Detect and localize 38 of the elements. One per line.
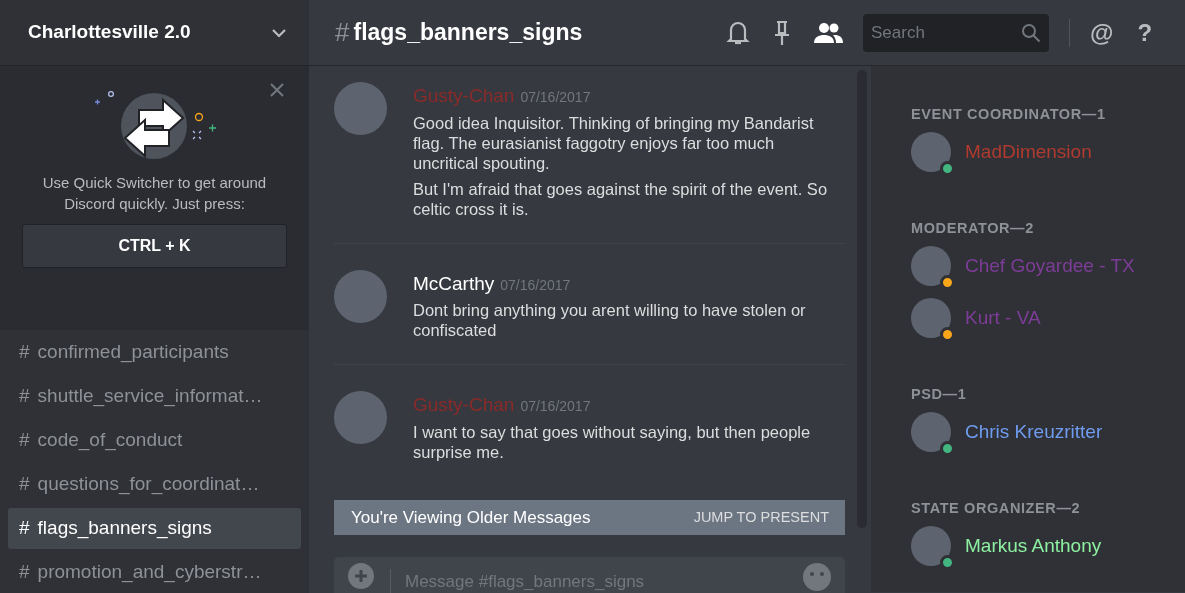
shortcut-button[interactable]: CTRL + K xyxy=(22,224,287,268)
channel-item[interactable]: # questions_for_coordinat… xyxy=(8,464,301,505)
timestamp: 07/16/2017 xyxy=(520,88,591,107)
mention-button[interactable]: @ xyxy=(1090,14,1114,51)
timestamp: 07/16/2017 xyxy=(500,275,571,295)
message-text: I want to say that goes without saying, but then people surprise me. xyxy=(413,421,812,462)
server-name[interactable]: Charlottesville 2.0 xyxy=(28,18,191,47)
avatar xyxy=(334,82,387,135)
channel-item[interactable]: # shuttle_service_informat… xyxy=(8,376,301,417)
members-icon[interactable] xyxy=(813,20,843,45)
role-heading: MODERATOR—2 xyxy=(911,219,1035,238)
channel-item[interactable]: # code_of_conduct xyxy=(8,420,301,461)
search-icon xyxy=(1021,22,1041,43)
timestamp: 07/16/2017 xyxy=(520,397,591,416)
member-name[interactable]: Chris Kreuzritter xyxy=(965,417,1103,447)
close-icon[interactable] xyxy=(269,82,285,98)
message-text: But I'm afraid that goes against the spirit of the event. So celtic cross it is. xyxy=(413,178,829,219)
older-messages-text: You're Viewing Older Messages xyxy=(351,506,591,529)
role-heading: EVENT COORDINATOR—1 xyxy=(911,105,1107,124)
role-heading: STATE ORGANIZER—2 xyxy=(911,499,1082,518)
message-text: Dont bring anything you arent willing to have stolen or confiscated xyxy=(413,300,807,340)
avatar xyxy=(334,269,387,323)
channel-item[interactable]: # promotion_and_cyberstr… xyxy=(8,552,301,592)
channel-item[interactable]: # flags_banners_signs xyxy=(8,508,301,549)
author-name[interactable]: McCarthy xyxy=(413,269,495,298)
member-name[interactable]: Markus Anthony xyxy=(965,531,1102,561)
channel-hash-icon: # xyxy=(335,13,350,52)
help-button[interactable]: ? xyxy=(1137,14,1153,51)
chevron-down-icon[interactable] xyxy=(271,27,287,38)
channel-item[interactable]: # confirmed_participants xyxy=(8,332,301,373)
role-heading: PSD—1 xyxy=(911,385,968,404)
channel-title: flags_banners_signs xyxy=(353,18,583,48)
member-name[interactable]: MadDimension xyxy=(965,137,1092,167)
quick-switcher-tip: Use Quick Switcher to get around Discord quickly. Just press: xyxy=(41,173,268,214)
jump-to-present-link[interactable]: JUMP TO PRESENT xyxy=(693,506,829,529)
search-field[interactable]: Search xyxy=(863,13,1049,52)
avatar xyxy=(334,391,387,444)
message-text: Good idea Inquisitor. Thinking of bringing my Bandarist flag. The eurasianist faggotry enjoys far too much uncritical spouting. xyxy=(413,112,815,173)
